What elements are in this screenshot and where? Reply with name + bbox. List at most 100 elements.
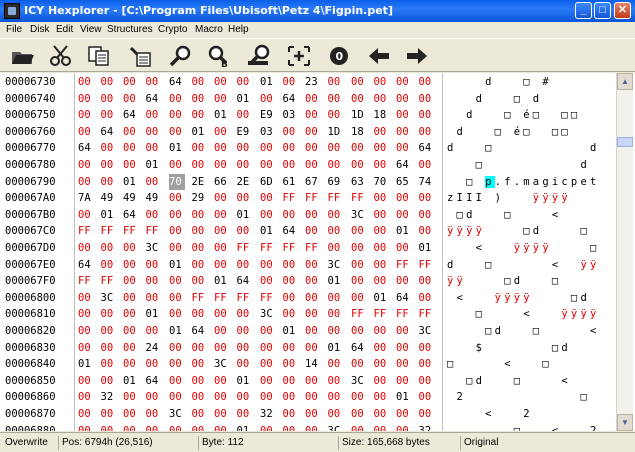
hex-row[interactable]: 000067C0 FF FF FF FF 00 00 00 00 01 64 00 00 00 00 01 00… [0,223,616,239]
hex-byte[interactable]: 00 [123,257,139,273]
hex-byte[interactable]: 01 [374,290,390,306]
ascii-text[interactable]: □d □ < [447,323,600,339]
hex-byte[interactable]: 61 [283,174,299,190]
hex-byte[interactable]: 00 [419,207,435,223]
hex-byte[interactable]: 00 [101,107,117,123]
hex-byte[interactable]: 00 [283,257,299,273]
hex-byte[interactable]: 00 [283,423,299,431]
hex-byte[interactable]: 00 [351,273,367,289]
hex-byte[interactable]: 01 [237,207,253,223]
ascii-text[interactable]: zIII ) ÿÿÿÿ [447,190,600,206]
hex-byte[interactable]: FF [237,240,253,256]
hex-byte[interactable]: 00 [123,423,139,431]
hex-byte[interactable]: FF [419,257,435,273]
hex-byte[interactable]: 00 [374,340,390,356]
hex-byte[interactable]: 01 [169,323,185,339]
hex-byte[interactable]: 00 [192,74,208,90]
ascii-text[interactable]: d □ é□ □□ [447,124,600,140]
hex-byte[interactable]: 00 [169,190,185,206]
hex-byte[interactable]: 00 [374,373,390,389]
vertical-scrollbar[interactable]: ▲ ▼ [616,73,633,431]
hex-byte[interactable]: 00 [328,91,344,107]
hex-byte[interactable]: 00 [78,157,94,173]
hex-row[interactable]: 000067A0 7A 49 49 49 00 29 00 00 00 FF FF FF FF 00 00 00… [0,190,616,206]
menu-view[interactable]: View [80,24,102,35]
hex-byte[interactable]: FF [396,257,412,273]
hex-byte[interactable]: 03 [260,124,276,140]
hex-byte[interactable]: 00 [419,124,435,140]
hex-byte[interactable]: 00 [305,323,321,339]
ascii-text[interactable]: □ d [447,157,600,173]
ascii-text[interactable]: d □ d [447,91,600,107]
hex-byte[interactable]: 00 [260,190,276,206]
hex-byte[interactable]: 1D [351,107,367,123]
hex-byte[interactable]: 3C [419,323,435,339]
hex-byte[interactable]: 00 [78,389,94,405]
hex-byte[interactable]: 01 [260,223,276,239]
hex-byte[interactable]: 74 [419,174,435,190]
hex-byte[interactable]: 00 [214,190,230,206]
hex-byte[interactable]: 00 [305,157,321,173]
hex-byte[interactable]: 00 [78,306,94,322]
hex-byte[interactable]: 00 [374,124,390,140]
hex-byte[interactable]: 00 [260,140,276,156]
hex-byte[interactable]: 64 [169,74,185,90]
hex-byte[interactable]: FF [305,190,321,206]
hex-byte[interactable]: 64 [123,207,139,223]
hex-byte[interactable]: 00 [419,74,435,90]
hex-byte[interactable]: 00 [192,240,208,256]
hex-byte[interactable]: 00 [328,306,344,322]
menu-help[interactable]: Help [228,24,249,35]
hex-byte[interactable]: 00 [146,323,162,339]
hex-byte[interactable]: 00 [374,257,390,273]
hex-byte[interactable]: 00 [78,207,94,223]
hex-byte[interactable]: 00 [214,240,230,256]
hex-byte[interactable]: E9 [237,124,253,140]
hex-byte[interactable]: 01 [260,74,276,90]
hex-row[interactable]: 00006730 00 00 00 00 64 00 00 00 01 00 23 00 00 00 00 00… [0,74,616,90]
hex-byte[interactable]: FF [374,306,390,322]
scroll-up-button[interactable]: ▲ [617,73,633,90]
app-icon[interactable] [4,3,20,19]
hex-byte[interactable]: 01 [123,373,139,389]
hex-byte[interactable]: 00 [169,157,185,173]
hex-byte[interactable]: 00 [192,140,208,156]
hex-byte[interactable]: 3C [101,290,117,306]
hex-byte[interactable]: 18 [351,124,367,140]
hex-byte[interactable]: 00 [214,223,230,239]
hex-byte[interactable]: 00 [419,389,435,405]
hex-byte[interactable]: 00 [214,306,230,322]
find-next-icon[interactable] [246,44,272,68]
hex-byte[interactable]: 00 [192,373,208,389]
hex-byte[interactable]: 24 [146,340,162,356]
hex-byte[interactable]: 29 [192,190,208,206]
hex-byte[interactable]: 00 [169,290,185,306]
hex-row[interactable]: 000067E0 64 00 00 00 01 00 00 00 00 00 00 3C 00 00 FF FF… [0,257,616,273]
hex-row[interactable]: 00006820 00 00 00 00 01 64 00 00 00 01 00 00 00 00 00 3C… [0,323,616,339]
hex-byte[interactable]: 00 [305,373,321,389]
hex-byte[interactable]: 23 [305,74,321,90]
hex-byte[interactable]: 00 [192,157,208,173]
hex-byte[interactable]: 00 [419,107,435,123]
hex-byte[interactable]: 00 [78,373,94,389]
hex-byte[interactable]: 64 [78,140,94,156]
hex-byte[interactable]: 01 [146,306,162,322]
hex-editor[interactable]: 00006730 00 00 00 00 64 00 00 00 01 00 23 00 00 00 00 00… [0,73,635,431]
hex-byte[interactable]: 00 [169,306,185,322]
hex-byte[interactable]: 00 [283,140,299,156]
hex-byte[interactable]: 00 [260,207,276,223]
hex-byte[interactable]: 01 [78,356,94,372]
hex-byte[interactable]: FF [78,223,94,239]
hex-grid[interactable]: 00006730 00 00 00 00 64 00 00 00 01 00 23 00 00 00 00 00… [0,73,616,431]
hex-byte[interactable]: 32 [260,406,276,422]
hex-byte[interactable]: 00 [396,406,412,422]
hex-byte[interactable]: 00 [237,223,253,239]
find-replace-icon[interactable]: B [206,44,232,70]
hex-byte[interactable]: 00 [101,340,117,356]
hex-byte[interactable]: 00 [351,406,367,422]
hex-byte[interactable]: FF [351,190,367,206]
hex-byte[interactable]: 00 [283,356,299,372]
hex-byte[interactable]: 70 [374,174,390,190]
hex-byte[interactable]: 00 [146,389,162,405]
hex-byte[interactable]: 3C [169,406,185,422]
